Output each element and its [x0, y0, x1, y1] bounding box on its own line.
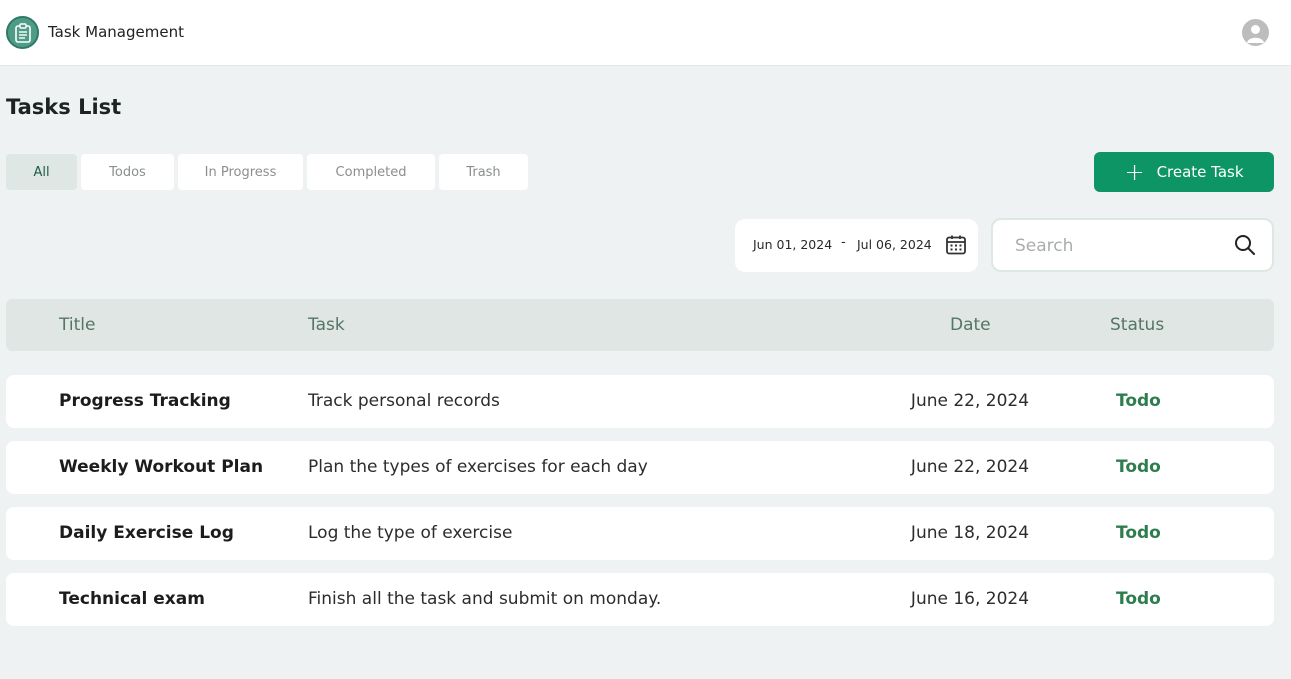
row-task: Plan the types of exercises for each day	[308, 457, 648, 477]
search-icon[interactable]	[1233, 233, 1257, 257]
plus-icon: +	[1124, 158, 1145, 186]
search-box	[991, 218, 1274, 272]
app-title: Task Management	[48, 23, 184, 41]
status-badge[interactable]: Todo	[1116, 523, 1161, 543]
user-avatar-icon[interactable]	[1242, 19, 1269, 46]
date-from: Jun 01, 2024	[753, 237, 833, 252]
tab-completed[interactable]: Completed	[307, 154, 435, 190]
row-task: Track personal records	[308, 391, 500, 411]
row-title: Technical exam	[59, 589, 205, 609]
column-header-status[interactable]: Status	[1110, 315, 1164, 335]
create-task-label: Create Task	[1156, 163, 1244, 181]
status-badge[interactable]: Todo	[1116, 589, 1161, 609]
status-badge[interactable]: Todo	[1116, 391, 1161, 411]
row-title: Weekly Workout Plan	[59, 457, 264, 477]
tab-in-progress[interactable]: In Progress	[178, 154, 303, 190]
row-task: Finish all the task and submit on monday…	[308, 589, 662, 609]
date-to: Jul 06, 2024	[857, 237, 932, 252]
create-task-button[interactable]: + Create Task	[1094, 152, 1274, 192]
table-row[interactable]: Weekly Workout Plan Plan the types of ex…	[6, 441, 1274, 494]
table-row[interactable]: Technical exam Finish all the task and s…	[6, 573, 1274, 626]
tab-all[interactable]: All	[6, 154, 77, 190]
row-date: June 22, 2024	[910, 457, 1030, 477]
column-header-task[interactable]: Task	[308, 315, 345, 335]
row-date: June 16, 2024	[910, 589, 1030, 609]
column-header-title[interactable]: Title	[59, 315, 95, 335]
row-title: Progress Tracking	[59, 391, 231, 411]
top-bar: Task Management	[0, 0, 1291, 66]
clipboard-logo-icon[interactable]	[6, 16, 39, 49]
row-date: June 22, 2024	[910, 391, 1030, 411]
tab-todos[interactable]: Todos	[81, 154, 174, 190]
column-header-date[interactable]: Date	[950, 315, 991, 335]
table-row[interactable]: Progress Tracking Track personal records…	[6, 375, 1274, 428]
row-task: Log the type of exercise	[308, 523, 513, 543]
date-separator: -	[841, 235, 846, 250]
status-badge[interactable]: Todo	[1116, 457, 1161, 477]
search-input[interactable]	[1015, 232, 1215, 260]
row-date: June 18, 2024	[910, 523, 1030, 543]
date-range-picker[interactable]: Jun 01, 2024 - Jul 06, 2024	[735, 219, 978, 272]
row-title: Daily Exercise Log	[59, 523, 234, 543]
calendar-icon[interactable]	[944, 233, 968, 257]
table-row[interactable]: Daily Exercise Log Log the type of exerc…	[6, 507, 1274, 560]
table-header: Title Task Date Status	[6, 299, 1274, 351]
page-title: Tasks List	[6, 95, 122, 119]
tab-trash[interactable]: Trash	[439, 154, 528, 190]
